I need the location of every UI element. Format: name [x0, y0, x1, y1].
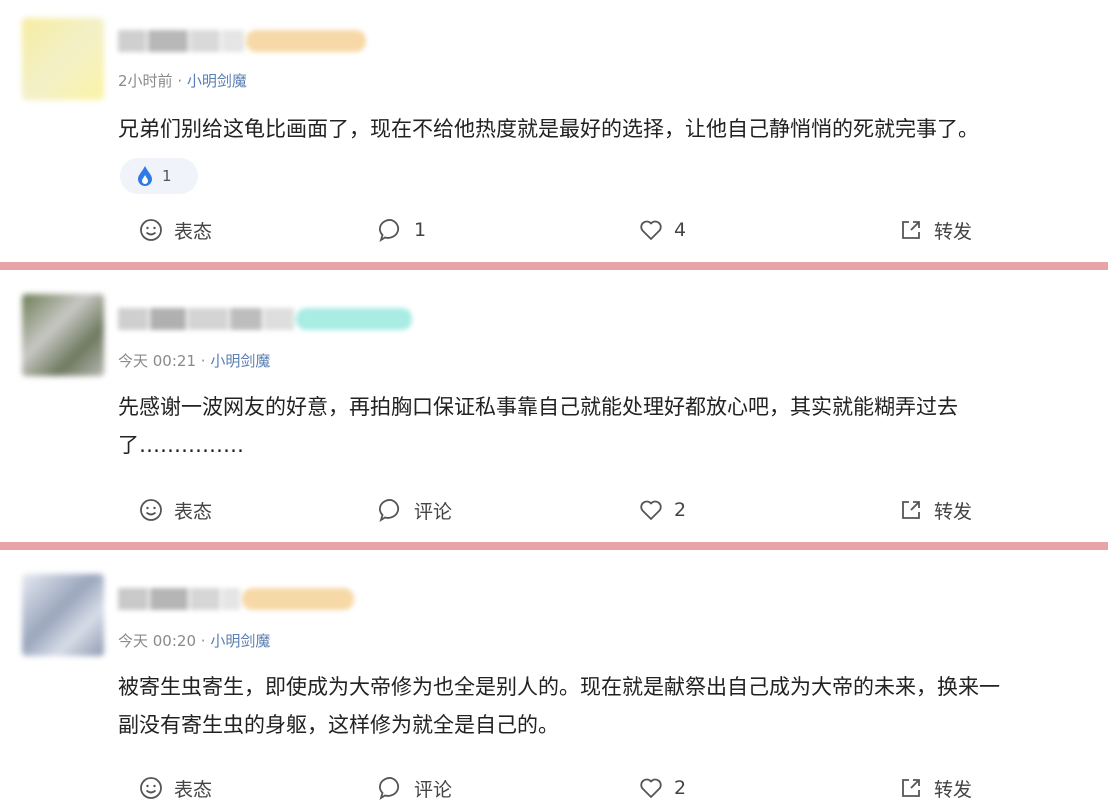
timestamp: 2小时前: [118, 72, 173, 90]
avatar[interactable]: [22, 18, 104, 100]
action-bar: 表态 评论 2 转发: [0, 770, 1108, 806]
heart-icon: [640, 220, 662, 240]
fire-reaction-icon: [138, 166, 152, 186]
comment-button[interactable]: 评论: [378, 492, 452, 528]
share-icon: [902, 779, 920, 797]
share-button[interactable]: 转发: [898, 492, 972, 528]
comment-meta: 今天 00:20 · 小明剑魔: [118, 632, 271, 650]
source-link[interactable]: 小明剑魔: [187, 72, 247, 90]
share-icon: [902, 221, 920, 239]
section-divider: [0, 542, 1108, 550]
comment-text: 被寄生虫寄生，即使成为大帝修为也全是别人的。现在就是献祭出自己成为大帝的未来，换…: [118, 675, 1000, 737]
share-button[interactable]: 转发: [898, 770, 972, 806]
action-bar: 表态 1 4 转发: [0, 212, 1108, 248]
action-bar: 表态 评论 2 转发: [0, 492, 1108, 528]
like-button[interactable]: 2: [638, 770, 686, 806]
username-blurred[interactable]: [118, 304, 414, 334]
username-blurred[interactable]: [118, 26, 368, 56]
smiley-icon: [140, 777, 162, 799]
react-button[interactable]: 表态: [138, 212, 212, 248]
heart-icon: [640, 500, 662, 520]
react-button[interactable]: 表态: [138, 770, 212, 806]
section-divider: [0, 262, 1108, 270]
comment-bubble-icon: [379, 777, 400, 801]
comment-bubble-icon: [379, 499, 400, 523]
comment-card-3: 今天 00:20 · 小明剑魔 被寄生虫寄生，即使成为大帝修为也全是别人的。现在…: [0, 550, 1108, 806]
timestamp: 今天 00:20: [118, 632, 196, 650]
heart-icon: [640, 778, 662, 798]
source-link[interactable]: 小明剑魔: [210, 632, 270, 650]
like-button[interactable]: 4: [638, 212, 686, 248]
react-button[interactable]: 表态: [138, 492, 212, 528]
share-icon: [902, 501, 920, 519]
reaction-badge[interactable]: 1: [120, 158, 198, 194]
comment-button[interactable]: 1: [378, 212, 426, 248]
smiley-icon: [140, 499, 162, 521]
comment-meta: 今天 00:21 · 小明剑魔: [118, 352, 271, 370]
comment-text: 兄弟们别给这龟比画面了，现在不给他热度就是最好的选择，让他自己静悄悄的死就完事了…: [118, 117, 979, 141]
comment-card-2: 今天 00:21 · 小明剑魔 先感谢一波网友的好意，再拍胸口保证私事靠自己就能…: [0, 270, 1108, 542]
timestamp: 今天 00:21: [118, 352, 196, 370]
smiley-icon: [140, 219, 162, 241]
comment-card-1: 2小时前 · 小明剑魔 兄弟们别给这龟比画面了，现在不给他热度就是最好的选择，让…: [0, 0, 1108, 262]
avatar[interactable]: [22, 574, 104, 656]
comment-text: 先感谢一波网友的好意，再拍胸口保证私事靠自己就能处理好都放心吧，其实就能糊弄过去…: [118, 395, 958, 457]
reaction-count: 1: [162, 167, 172, 185]
like-button[interactable]: 2: [638, 492, 686, 528]
comment-button[interactable]: 评论: [378, 770, 452, 806]
comment-bubble-icon: [379, 219, 400, 243]
source-link[interactable]: 小明剑魔: [210, 352, 270, 370]
username-blurred[interactable]: [118, 584, 356, 614]
share-button[interactable]: 转发: [898, 212, 972, 248]
comment-meta: 2小时前 · 小明剑魔: [118, 72, 247, 90]
avatar[interactable]: [22, 294, 104, 376]
